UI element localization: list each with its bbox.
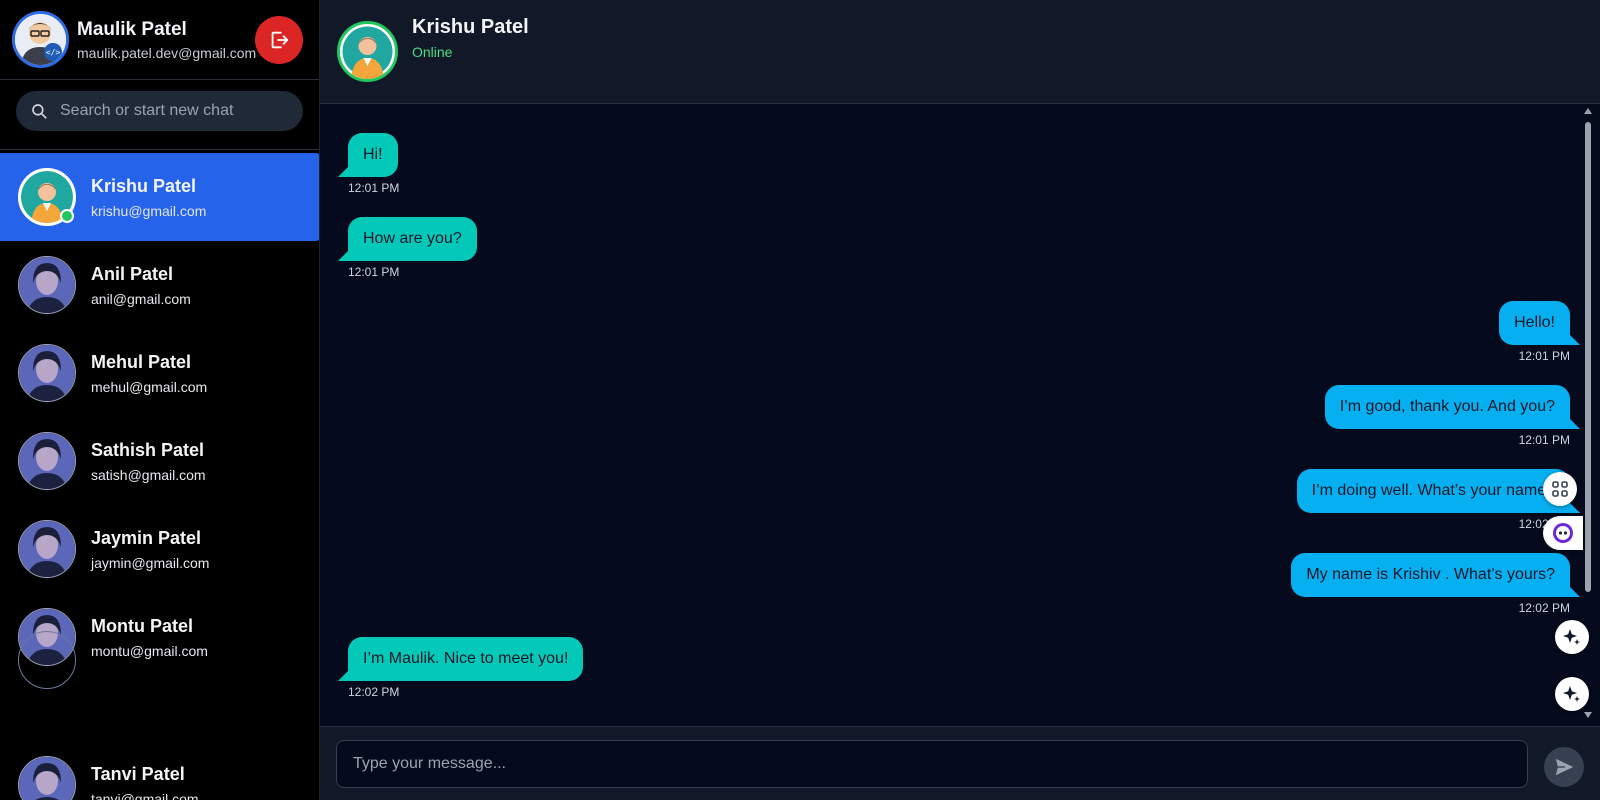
contact-name: Mehul Patel: [91, 351, 192, 372]
chat-contact-avatar[interactable]: [337, 21, 398, 82]
message-incoming: Hi! 12:01 PM: [338, 133, 400, 195]
svg-text:</>: </>: [46, 48, 61, 57]
contact-email: anil@gmail.com: [91, 290, 191, 307]
chat-contact-info: Krishu Patel Online: [412, 16, 529, 60]
contact-avatar: [18, 631, 76, 689]
logout-button[interactable]: [255, 16, 303, 64]
contact-avatar: [18, 432, 76, 490]
contact-email: tanvi@gmail.com: [91, 790, 199, 800]
logout-icon: [271, 31, 289, 49]
sparkle-icon: [1563, 629, 1580, 645]
current-user-name: Maulik Patel: [77, 18, 187, 40]
apps-grid-button[interactable]: [1543, 472, 1577, 506]
contact-name: Anil Patel: [91, 263, 174, 284]
sparkle-icon: [1563, 686, 1580, 702]
message-time: 12:02 PM: [348, 685, 400, 699]
message-bubble: I’m good, thank you. And you?: [1324, 385, 1581, 429]
contact-email: montu@gmail.com: [91, 642, 208, 659]
message-incoming: How are you? 12:01 PM: [338, 217, 477, 279]
message-bubble: Hi!: [338, 133, 398, 177]
contact-item-sathish[interactable]: Sathish Patel satish@gmail.com: [0, 417, 319, 505]
message-input[interactable]: [336, 739, 1528, 788]
search-bar: [0, 80, 319, 150]
user-avatar[interactable]: </>: [12, 11, 69, 68]
contact-avatar: [18, 756, 76, 800]
current-user-header: </> Maulik Patel maulik.patel.dev@gmail.…: [0, 0, 319, 80]
ai-sparkle-button-2[interactable]: [1555, 677, 1589, 711]
search-box[interactable]: [16, 91, 303, 131]
contact-email: jaymin@gmail.com: [91, 554, 210, 571]
message-time: 12:02 PM: [1518, 517, 1570, 531]
assistant-bot-icon: [1553, 523, 1573, 543]
message-bubble: How are you?: [338, 217, 477, 261]
message-bubble: My name is Krishiv . What’s yours?: [1291, 553, 1580, 597]
contact-list: Krishu Patel krishu@gmail.com Anil Patel…: [0, 153, 319, 800]
contact-item-tanvi[interactable]: Tanvi Patel tanvi@gmail.com: [0, 741, 319, 800]
contact-item-jaymin[interactable]: Jaymin Patel jaymin@gmail.com: [0, 505, 319, 593]
sidebar: </> Maulik Patel maulik.patel.dev@gmail.…: [0, 0, 320, 800]
chat-contact-status: Online: [412, 43, 453, 60]
chat-contact-name: Krishu Patel: [412, 15, 529, 38]
contact-email: satish@gmail.com: [91, 466, 206, 483]
contact-item-krishu[interactable]: Krishu Patel krishu@gmail.com: [0, 153, 319, 241]
contact-item-anil[interactable]: Anil Patel anil@gmail.com: [0, 241, 319, 329]
message-time: 12:01 PM: [348, 265, 400, 279]
message-outgoing: My name is Krishiv . What’s yours? 12:02…: [1291, 553, 1580, 615]
message-bubble: Hello!: [1499, 301, 1580, 345]
message-list: Hi! 12:01 PM How are you? 12:01 PM Hello…: [320, 104, 1582, 724]
message-bubble: I’m doing well. What’s your name?: [1296, 469, 1581, 513]
chat-header: Krishu Patel Online: [320, 0, 1600, 104]
contact-email: mehul@gmail.com: [91, 378, 208, 395]
message-time: 12:02 PM: [1518, 601, 1570, 615]
message-composer: [320, 726, 1600, 800]
message-incoming: I’m Maulik. Nice to meet you! 12:02 PM: [337, 637, 584, 699]
message-bubble: I’m Maulik. Nice to meet you!: [337, 637, 584, 681]
contact-avatar: [18, 520, 76, 578]
message-outgoing: I’m good, thank you. And you? 12:01 PM: [1324, 385, 1581, 447]
contact-avatar: [18, 256, 76, 314]
assistant-bot-button[interactable]: [1543, 516, 1583, 550]
search-input[interactable]: [60, 102, 280, 120]
send-icon: [1555, 758, 1574, 776]
search-icon: [32, 104, 47, 119]
send-button[interactable]: [1544, 747, 1584, 787]
message-outgoing: I’m doing well. What’s your name? 12:02 …: [1296, 469, 1581, 531]
contact-name: Krishu Patel: [91, 175, 197, 196]
current-user-email: maulik.patel.dev@gmail.com: [77, 44, 257, 61]
contact-name: Montu Patel: [91, 615, 193, 636]
message-time: 12:01 PM: [1518, 349, 1570, 363]
contact-avatar: [18, 168, 76, 226]
contact-name: Jaymin Patel: [91, 527, 202, 548]
ai-sparkle-button[interactable]: [1555, 620, 1589, 654]
scroll-up-arrow-icon[interactable]: [1584, 108, 1592, 114]
scroll-down-arrow-icon[interactable]: [1584, 712, 1592, 718]
message-outgoing: Hello! 12:01 PM: [1499, 301, 1580, 363]
apps-grid-icon: [1552, 481, 1568, 497]
message-time: 12:01 PM: [1518, 433, 1570, 447]
contact-name: Tanvi Patel: [91, 763, 185, 784]
chat-panel: Krishu Patel Online Hi! 12:01 PM How are…: [320, 0, 1600, 800]
contact-item-partial[interactable]: [0, 631, 319, 741]
contact-name: Sathish Patel: [91, 439, 205, 460]
contact-avatar: [18, 344, 76, 402]
current-user-info: Maulik Patel maulik.patel.dev@gmail.com: [77, 19, 256, 61]
scroll-thumb[interactable]: [1585, 122, 1591, 592]
online-indicator: [60, 209, 74, 223]
contact-email: krishu@gmail.com: [91, 202, 207, 219]
message-time: 12:01 PM: [348, 181, 400, 195]
contact-item-mehul[interactable]: Mehul Patel mehul@gmail.com: [0, 329, 319, 417]
chat-app: </> Maulik Patel maulik.patel.dev@gmail.…: [0, 0, 1600, 800]
